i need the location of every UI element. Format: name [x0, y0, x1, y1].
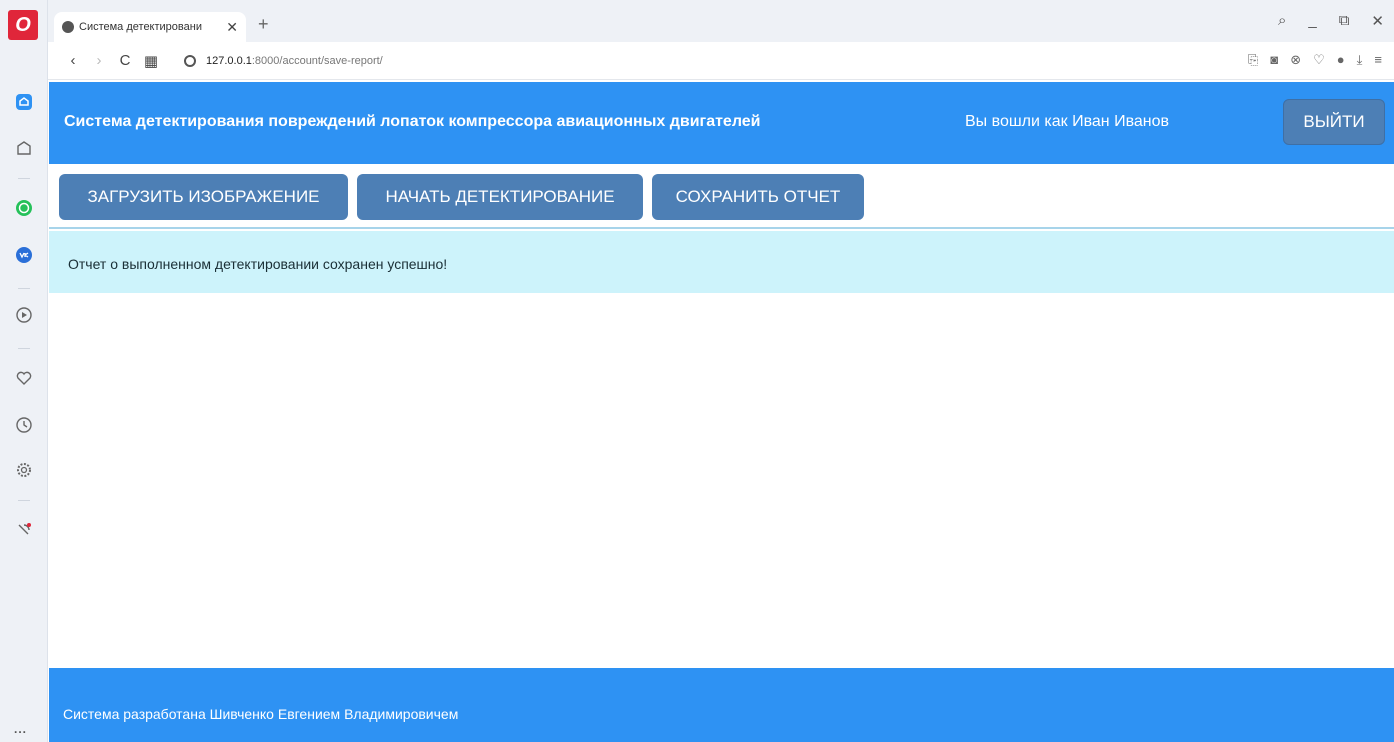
forward-icon[interactable]: › [86, 52, 112, 69]
sidebar-separator [18, 348, 30, 349]
browser-window: O ... Система детектировани ✕ + ⌕ _ ⧉ ✕ … [0, 0, 1394, 742]
sidebar-separator [18, 178, 30, 179]
vk-icon[interactable] [14, 245, 34, 265]
footer-text: Система разработана Шивченко Евгением Вл… [63, 706, 459, 722]
tab-close-icon[interactable]: ✕ [226, 19, 238, 36]
history-icon[interactable] [14, 415, 34, 435]
logout-button[interactable]: ВЫЙТИ [1283, 99, 1385, 145]
block-icon[interactable]: ⊗ [1290, 52, 1301, 68]
action-toolbar: ЗАГРУЗИТЬ ИЗОБРАЖЕНИЕ НАЧАТЬ ДЕТЕКТИРОВА… [49, 164, 1394, 229]
success-alert: Отчет о выполненном детектировании сохра… [49, 231, 1394, 293]
tabs-overview-icon[interactable]: ▦ [138, 52, 164, 70]
app-footer: Система разработана Шивченко Евгением Вл… [49, 668, 1394, 742]
pinboard-icon[interactable] [14, 520, 34, 540]
bookmark-icon[interactable] [14, 138, 34, 158]
url-path: :8000/account/save-report/ [251, 54, 383, 67]
sidebar-separator [18, 288, 30, 289]
close-window-icon[interactable]: ✕ [1371, 12, 1384, 30]
menu-icon[interactable]: ≡ [1374, 52, 1382, 68]
url-host: 127.0.0.1 [206, 54, 252, 67]
settings-icon[interactable] [14, 460, 34, 480]
back-icon[interactable]: ‹ [60, 52, 86, 69]
camera-icon[interactable]: ⎘ [1248, 52, 1258, 68]
alert-message: Отчет о выполненном детектировании сохра… [68, 256, 448, 272]
browser-sidebar: O ... [0, 0, 48, 742]
page-title: Система детектирования повреждений лопат… [64, 113, 761, 130]
more-icon[interactable]: ... [14, 722, 27, 736]
heart-icon[interactable] [14, 368, 34, 388]
download-icon[interactable]: ⤓ [1357, 52, 1363, 68]
url-field[interactable]: 127.0.0.1:8000/account/save-report/ [184, 54, 383, 67]
upload-image-button[interactable]: ЗАГРУЗИТЬ ИЗОБРАЖЕНИЕ [59, 174, 348, 220]
player-icon[interactable] [14, 305, 34, 325]
tab-search-icon[interactable]: ⌕ [1278, 12, 1286, 30]
start-detection-button[interactable]: НАЧАТЬ ДЕТЕКТИРОВАНИЕ [357, 174, 643, 220]
address-bar-row: ‹ › C ▦ 127.0.0.1:8000/account/save-repo… [48, 42, 1394, 80]
tab-title: Система детектировани [79, 21, 202, 33]
favicon-icon [62, 21, 74, 33]
browser-tab[interactable]: Система детектировани ✕ [54, 12, 246, 42]
profile-icon[interactable]: ● [1337, 52, 1345, 68]
window-controls: ⌕ _ ⧉ ✕ [1278, 12, 1384, 30]
opera-logo[interactable]: O [8, 10, 38, 40]
minimize-icon[interactable]: _ [1308, 12, 1316, 30]
home-icon[interactable] [14, 92, 34, 112]
reload-icon[interactable]: C [112, 52, 138, 69]
app-header: Система детектирования повреждений лопат… [49, 82, 1394, 164]
user-info: Вы вошли как Иван Иванов [965, 113, 1170, 130]
tab-strip: Система детектировани ✕ + ⌕ _ ⧉ ✕ [48, 0, 1394, 42]
sidebar-separator [18, 500, 30, 501]
site-info-icon[interactable] [184, 54, 196, 67]
heart-icon[interactable]: ♡ [1313, 52, 1325, 68]
snapshot-icon[interactable]: ◙ [1270, 52, 1278, 68]
address-tools: ⎘ ◙ ⊗ ♡ ● ⤓ ≡ [1248, 52, 1382, 68]
restore-icon[interactable]: ⧉ [1339, 12, 1350, 30]
save-report-button[interactable]: СОХРАНИТЬ ОТЧЕТ [652, 174, 864, 220]
new-tab-icon[interactable]: + [258, 14, 269, 35]
whatsapp-icon[interactable] [14, 198, 34, 218]
